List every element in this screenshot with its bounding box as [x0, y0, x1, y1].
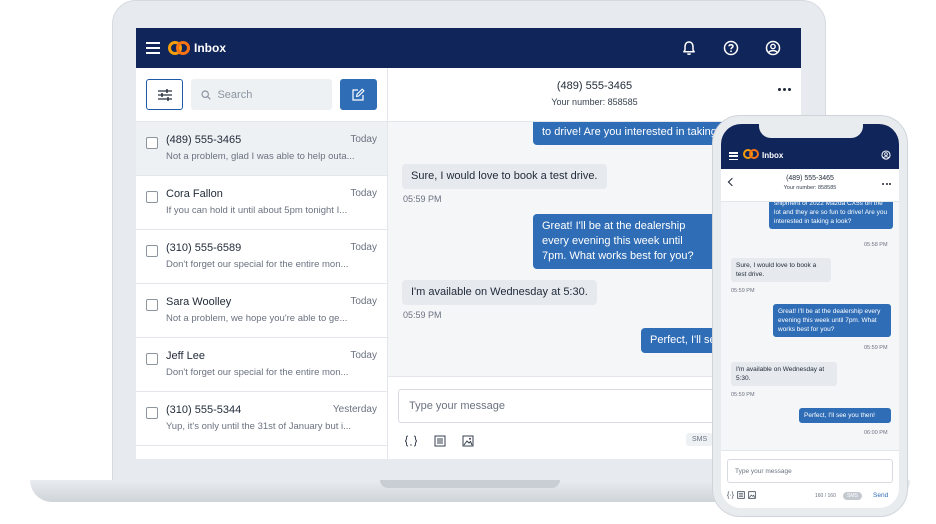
app-logo: [743, 148, 759, 160]
contact-name: (489) 555-3465: [166, 134, 242, 146]
search-input[interactable]: Search: [191, 79, 332, 110]
compose-icon: [352, 88, 365, 101]
conversation-checkbox[interactable]: [146, 353, 158, 365]
message-timestamp: 05:59 PM: [731, 288, 755, 294]
app-title: Inbox: [194, 41, 226, 55]
conversation-checkbox[interactable]: [146, 245, 158, 257]
app-logo: [168, 39, 190, 57]
conversation-checkbox[interactable]: [146, 407, 158, 419]
conversation-checkbox[interactable]: [146, 191, 158, 203]
message-preview: Don't forget our special for the entire …: [166, 259, 349, 270]
contact-name: Sara Woolley: [166, 296, 232, 308]
mobile-composer: Type your message {·} 160 / 160 SMS Send: [721, 450, 899, 508]
your-number-label: Your number: 858585: [783, 185, 837, 191]
conversation-time: Today: [350, 242, 377, 253]
mobile-app: Inbox (489) 555-3465 Your number: 858585…: [721, 124, 899, 508]
template-icon[interactable]: [434, 435, 446, 447]
conversation-item[interactable]: (489) 555-3465 Today Not a problem, glad …: [136, 122, 387, 176]
bell-icon[interactable]: [681, 40, 697, 56]
more-options-icon[interactable]: [882, 183, 891, 185]
conversation-checkbox[interactable]: [146, 299, 158, 311]
channel-badge: SMS: [686, 433, 714, 446]
contact-name: (310) 555-6589: [166, 242, 242, 254]
thread-contact-number: (489) 555-3465: [786, 175, 834, 182]
message-timestamp: 05:59 PM: [403, 194, 442, 204]
top-nav-bar: Inbox: [136, 28, 801, 68]
phone-frame: Inbox (489) 555-3465 Your number: 858585…: [712, 115, 908, 517]
phone-notch: [759, 124, 863, 138]
conversation-item[interactable]: Jeff Lee Today Don't forget our special f…: [136, 338, 387, 392]
search-placeholder: Search: [217, 88, 253, 101]
character-count: 160 / 160: [815, 493, 836, 499]
conversation-item[interactable]: (310) 555-5344 Yesterday Yup, it's only u…: [136, 392, 387, 446]
conversation-list-pane: Search (489) 555-3465 Today Not a problem…: [136, 68, 388, 459]
thread-contact-number: (489) 555-3465: [556, 80, 633, 92]
app-title: Inbox: [762, 151, 784, 160]
user-account-icon[interactable]: [765, 40, 781, 56]
incoming-message: Sure, I would love to book a test drive.: [402, 164, 607, 189]
variables-icon[interactable]: {·}: [727, 492, 734, 499]
image-attach-icon[interactable]: [462, 435, 474, 447]
conversation-item[interactable]: (310) 555-6589 Today Don't forget our spe…: [136, 230, 387, 284]
message-timestamp: 05:59 PM: [403, 310, 442, 320]
conversation-item[interactable]: Sara Woolley Today Not a problem, we hope…: [136, 284, 387, 338]
send-button[interactable]: Send: [873, 492, 888, 499]
contact-name: Cora Fallon: [166, 188, 223, 200]
compose-button[interactable]: [339, 79, 377, 110]
message-timestamp: 05:58 PM: [864, 242, 888, 248]
desktop-app: Inbox Search (489) 555-3465 Today Not a …: [136, 28, 801, 459]
message-timestamp: 06:00 PM: [864, 430, 888, 436]
sliders-icon: [157, 88, 172, 101]
laptop-notch: [380, 480, 560, 488]
contact-name: (310) 555-5344: [166, 404, 242, 416]
more-options-icon[interactable]: [778, 88, 791, 91]
list-toolbar: Search: [136, 68, 387, 122]
conversation-time: Today: [350, 188, 377, 199]
incoming-message: I'm available on Wednesday at 5:30.: [402, 280, 597, 305]
image-attach-icon[interactable]: [748, 491, 756, 499]
conversation-time: Today: [350, 350, 377, 361]
your-number-label: Your number: 858585: [551, 97, 638, 107]
conversation-time: Yesterday: [332, 404, 377, 415]
contact-name: Jeff Lee: [166, 350, 205, 362]
hamburger-menu-icon[interactable]: [729, 152, 738, 160]
search-icon: [201, 89, 212, 100]
device-mockup: Inbox Search (489) 555-3465 Today Not a …: [0, 0, 936, 524]
message-preview: Not a problem, we hope you're able to ge…: [166, 313, 348, 324]
hamburger-menu-icon[interactable]: [146, 42, 160, 54]
incoming-message: I'm available on Wednesday at 5:30.: [731, 362, 837, 386]
outgoing-message: Great! I'll be at the dealership every e…: [773, 304, 891, 337]
outgoing-message: Perfect, I'll see you then!: [799, 408, 891, 423]
user-account-icon[interactable]: [881, 150, 891, 160]
outgoing-message: shipment of 2022 Mazda CX5s on the lot a…: [769, 202, 893, 229]
filter-button[interactable]: [146, 79, 184, 110]
channel-badge: SMS: [843, 492, 862, 500]
conversation-item[interactable]: Cora Fallon Today If you can hold it unti…: [136, 176, 387, 230]
message-preview: Not a problem, glad I was able to help o…: [166, 151, 355, 162]
message-preview: Yup, it's only until the 31st of January…: [166, 421, 352, 432]
message-timestamp: 05:59 PM: [731, 392, 755, 398]
conversation-time: Today: [350, 134, 377, 145]
message-preview: If you can hold it until about 5pm tonig…: [166, 205, 348, 216]
mobile-thread-header: (489) 555-3465 Your number: 858585: [721, 169, 899, 202]
variables-icon[interactable]: [404, 435, 418, 447]
help-icon[interactable]: [723, 40, 739, 56]
message-input[interactable]: Type your message: [727, 459, 893, 483]
message-timestamp: 05:59 PM: [864, 345, 888, 351]
mobile-message-list: shipment of 2022 Mazda CX5s on the lot a…: [721, 202, 899, 450]
incoming-message: Sure, I would love to book a test drive.: [731, 258, 831, 282]
message-preview: Don't forget our special for the entire …: [166, 367, 349, 378]
conversation-time: Today: [350, 296, 377, 307]
conversation-checkbox[interactable]: [146, 137, 158, 149]
thread-header: (489) 555-3465 Your number: 858585: [388, 68, 801, 122]
template-icon[interactable]: [737, 491, 745, 499]
